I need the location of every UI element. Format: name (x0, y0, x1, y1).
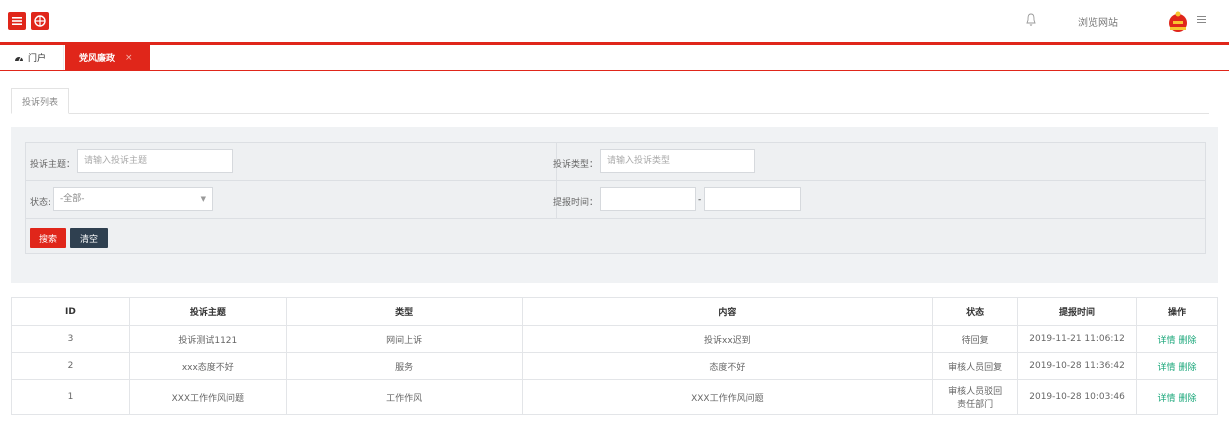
cell-subject: 投诉测试1121 (128, 325, 287, 353)
close-icon[interactable]: × (125, 53, 133, 63)
column-header-status[interactable]: 状态 (932, 297, 1019, 326)
delete-link[interactable]: 删除 (1178, 394, 1196, 404)
table-header-row: ID 投诉主题 类型 内容 状态 提报时间 操作 (11, 297, 1218, 326)
browse-site-link[interactable]: 浏览网站 (1078, 14, 1118, 29)
column-header-type[interactable]: 类型 (285, 297, 523, 326)
subtab-bar: 投诉列表 (11, 88, 1209, 114)
search-panel: 投诉主题： 请输入投诉主题 投诉类型： 请输入投诉类型 状态: -全部- ▼ 提… (11, 127, 1218, 283)
column-header-actions: 操作 (1136, 297, 1218, 326)
range-separator: - (698, 195, 702, 205)
cell-actions: 详情 删除 (1136, 325, 1218, 353)
subject-input[interactable]: 请输入投诉主题 (77, 149, 233, 173)
search-form: 投诉主题： 请输入投诉主题 投诉类型： 请输入投诉类型 状态: -全部- ▼ 提… (25, 142, 1206, 254)
menu-lines-icon[interactable] (1197, 15, 1206, 24)
cell-actions: 详情 删除 (1136, 379, 1218, 415)
detail-link[interactable]: 详情 (1158, 336, 1176, 346)
table-row: 1 XXX工作作风问题 工作作风 XXX工作作风问题 审核人员驳回责任部门 20… (11, 379, 1218, 415)
cell-id: 3 (11, 325, 130, 353)
type-input[interactable]: 请输入投诉类型 (600, 149, 755, 173)
cell-id: 2 (11, 352, 130, 380)
cell-type: 服务 (285, 352, 523, 380)
form-divider (26, 218, 1205, 219)
cell-type: 网间上诉 (285, 325, 523, 353)
top-bar: 浏览网站 (0, 0, 1229, 43)
cell-actions: 详情 删除 (1136, 352, 1218, 380)
cell-subject: XXX工作作风问题 (128, 379, 287, 415)
detail-link[interactable]: 详情 (1158, 363, 1176, 373)
chevron-down-icon: ▼ (200, 195, 206, 203)
form-divider (26, 180, 1205, 181)
cell-subject: xxx态度不好 (128, 352, 287, 380)
subject-label: 投诉主题： (30, 160, 76, 170)
tab-home-label: 门户 (28, 54, 47, 64)
hamburger-icon[interactable] (8, 12, 26, 30)
tab-party-conduct[interactable]: 党风廉政 × (65, 45, 150, 70)
table-row: 3 投诉测试1121 网间上诉 投诉xx迟到 待回复 2019-11-21 11… (11, 325, 1218, 353)
cell-content: 投诉xx迟到 (521, 325, 934, 353)
time-label: 提报时间： (553, 198, 599, 208)
tab-bar: 门户 党风廉政 × (0, 45, 1229, 71)
complaint-table: ID 投诉主题 类型 内容 状态 提报时间 操作 3 投诉测试1121 网间上诉… (11, 297, 1218, 415)
status-label: 状态: (30, 198, 52, 208)
tab-home[interactable]: 门户 (0, 45, 64, 70)
column-header-id[interactable]: ID (11, 297, 130, 326)
search-button[interactable]: 搜索 (30, 228, 66, 248)
cell-status: 审核人员回复 (932, 352, 1019, 380)
cell-status: 待回复 (932, 325, 1019, 353)
cell-time: 2019-10-28 11:36:42 (1017, 352, 1138, 380)
column-header-content[interactable]: 内容 (521, 297, 934, 326)
status-select[interactable]: -全部- ▼ (53, 187, 213, 211)
cell-content: XXX工作作风问题 (521, 379, 934, 415)
cell-content: 态度不好 (521, 352, 934, 380)
status-select-value: -全部- (60, 194, 85, 204)
column-header-time[interactable]: 提报时间 (1017, 297, 1138, 326)
bell-icon[interactable] (1025, 13, 1037, 27)
cell-time: 2019-11-21 11:06:12 (1017, 325, 1138, 353)
delete-link[interactable]: 删除 (1178, 336, 1196, 346)
detail-link[interactable]: 详情 (1158, 394, 1176, 404)
cell-time: 2019-10-28 10:03:46 (1017, 379, 1138, 415)
end-date-input[interactable] (704, 187, 801, 211)
globe-icon[interactable] (31, 12, 49, 30)
cell-status: 审核人员驳回责任部门 (932, 379, 1019, 415)
dashboard-icon (15, 56, 23, 61)
tab-active-label: 党风廉政 (79, 54, 116, 64)
tab-complaint-list[interactable]: 投诉列表 (11, 88, 69, 114)
type-label: 投诉类型： (553, 160, 599, 170)
start-date-input[interactable] (600, 187, 696, 211)
cell-id: 1 (11, 379, 130, 415)
table-row: 2 xxx态度不好 服务 态度不好 审核人员回复 2019-10-28 11:3… (11, 352, 1218, 380)
delete-link[interactable]: 删除 (1178, 363, 1196, 373)
clear-button[interactable]: 清空 (70, 228, 108, 248)
cell-type: 工作作风 (285, 379, 523, 415)
column-header-subject[interactable]: 投诉主题 (128, 297, 287, 326)
avatar-icon[interactable] (1166, 9, 1190, 33)
